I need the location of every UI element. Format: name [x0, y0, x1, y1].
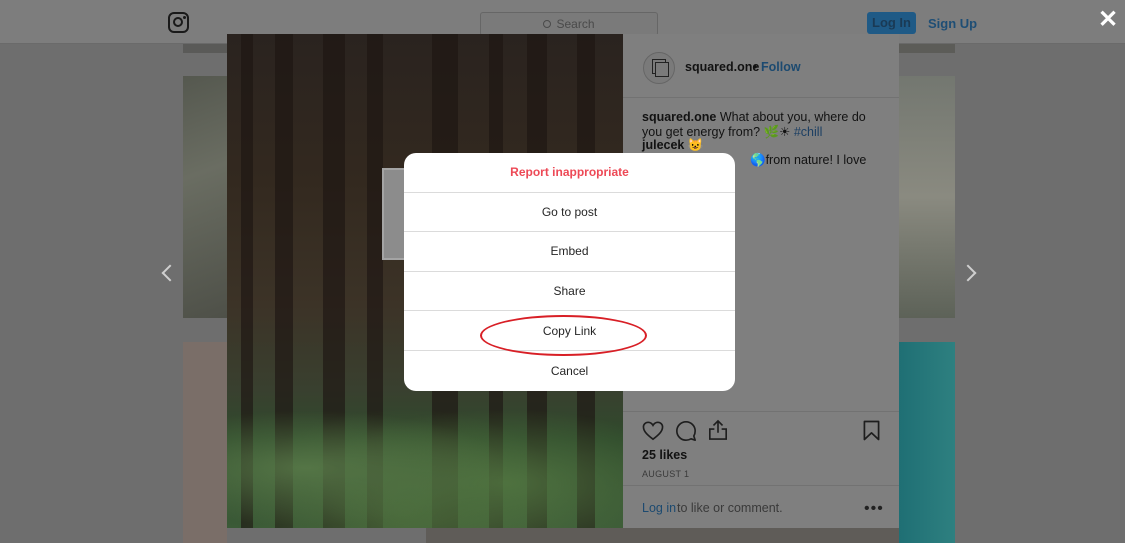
post-caption: squared.one What about you, where do you…	[642, 110, 882, 140]
divider	[623, 411, 899, 412]
follow-button[interactable]: Follow	[761, 60, 801, 74]
comment-icon[interactable]	[675, 420, 697, 442]
signup-link[interactable]: Sign Up	[928, 16, 977, 31]
post-username[interactable]: squared.one	[685, 60, 759, 74]
search-input[interactable]: Search	[480, 12, 658, 36]
instagram-logo-icon[interactable]	[168, 12, 189, 33]
caption-username[interactable]: squared.one	[642, 110, 716, 124]
share-icon[interactable]	[708, 419, 728, 441]
divider	[623, 485, 899, 486]
likes-count[interactable]: 25 likes	[642, 448, 687, 462]
grid-thumbnail	[183, 76, 227, 318]
bookmark-icon[interactable]	[863, 420, 880, 441]
grid-thumbnail	[426, 528, 899, 543]
highlight-annotation	[480, 315, 647, 356]
grid-thumbnail	[899, 76, 955, 318]
login-link[interactable]: Log in	[642, 501, 676, 515]
heart-icon[interactable]	[642, 421, 664, 441]
caption-hashtag[interactable]: #chill	[794, 125, 823, 139]
post-header: squared.one • Follow	[623, 34, 899, 98]
chevron-right-icon[interactable]	[959, 264, 977, 282]
grid-thumbnail	[899, 342, 955, 543]
grid-thumbnail	[183, 342, 227, 543]
avatar[interactable]	[643, 52, 675, 84]
follow-separator: •	[753, 60, 758, 74]
comment-text: 🌎from nature! I love	[750, 153, 867, 167]
embed-button[interactable]: Embed	[404, 232, 735, 272]
comment-emoji: 😺	[687, 138, 704, 152]
search-icon	[543, 20, 552, 28]
share-button[interactable]: Share	[404, 272, 735, 312]
post-date: AUGUST 1	[642, 469, 690, 479]
cancel-button[interactable]: Cancel	[404, 351, 735, 391]
comment-username[interactable]: julecek 😺	[642, 138, 703, 153]
more-options-icon[interactable]: •••	[864, 501, 884, 517]
login-button[interactable]: Log In	[867, 12, 916, 34]
login-prompt-text: to like or comment.	[677, 501, 783, 515]
report-inappropriate-button[interactable]: Report inappropriate	[404, 153, 735, 193]
go-to-post-button[interactable]: Go to post	[404, 193, 735, 233]
close-icon[interactable]: ✕	[1098, 8, 1118, 32]
chevron-left-icon[interactable]	[161, 264, 179, 282]
search-placeholder: Search	[556, 17, 595, 31]
grid-thumbnail	[183, 44, 227, 53]
grid-thumbnail	[899, 44, 955, 53]
polaroid-photo	[382, 168, 406, 260]
